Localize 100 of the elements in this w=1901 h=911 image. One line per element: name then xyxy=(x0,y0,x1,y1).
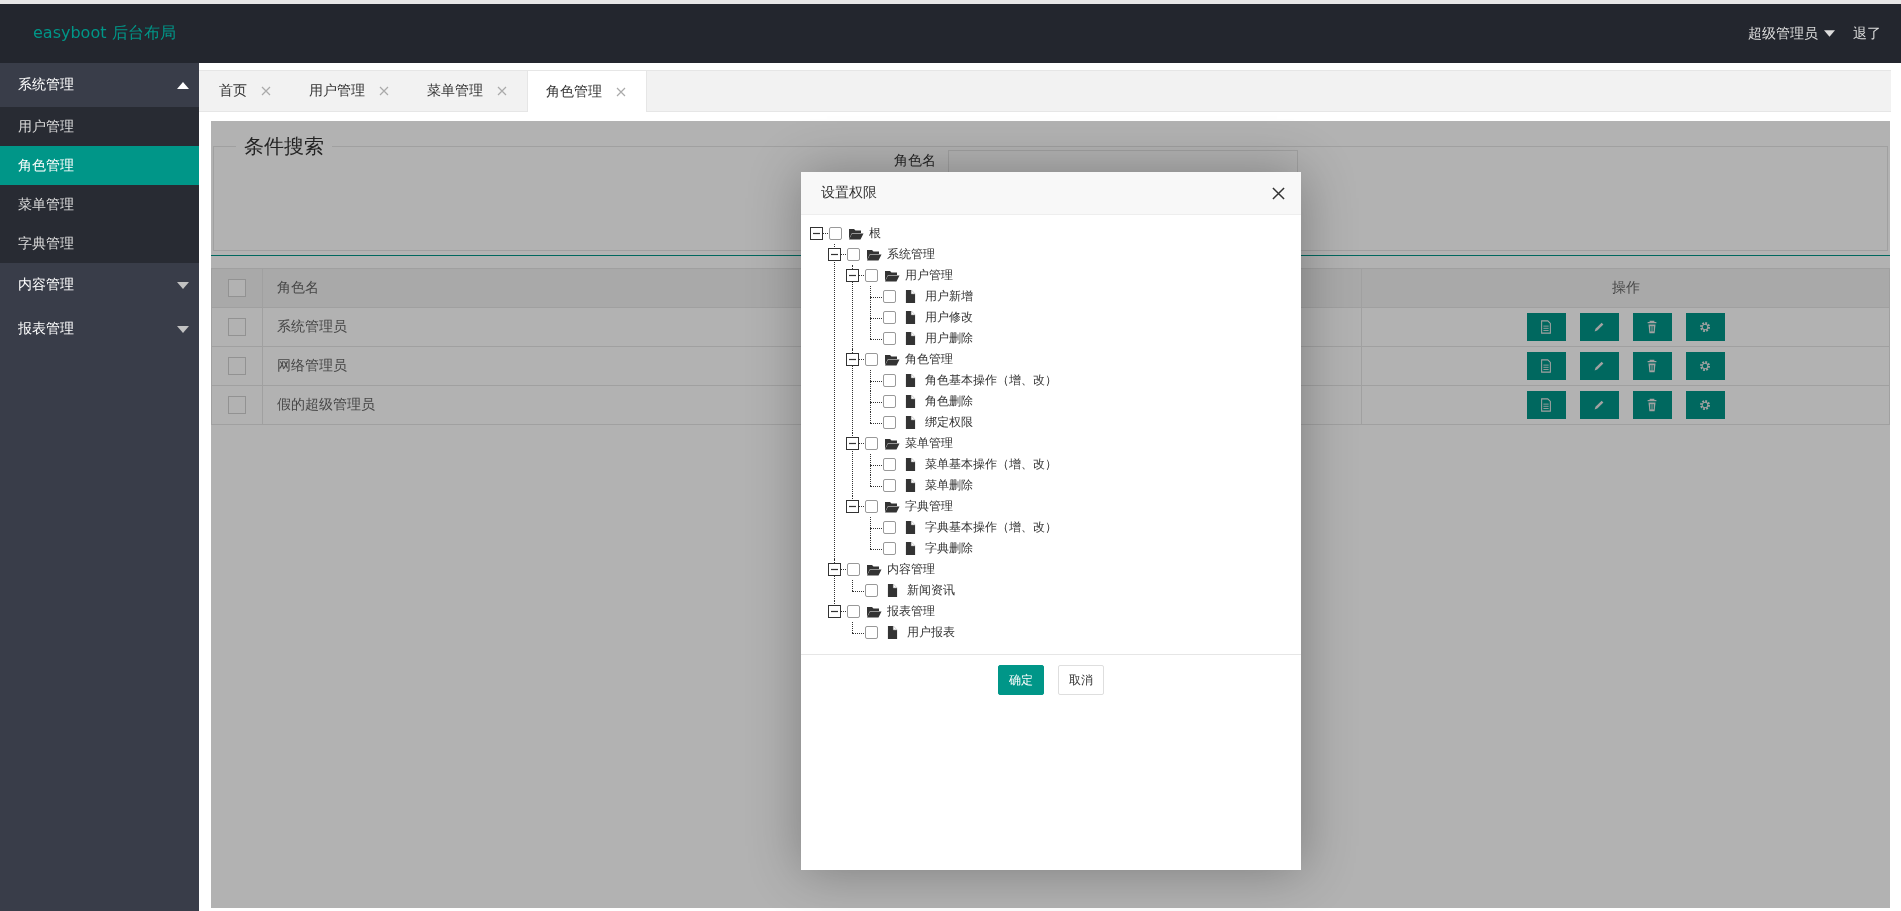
checkbox[interactable] xyxy=(829,227,842,240)
tab[interactable]: 首页 xyxy=(201,71,291,111)
column-header: 操作 xyxy=(1361,268,1890,308)
sidebar-item[interactable]: 用户管理 xyxy=(0,107,199,146)
caret-icon xyxy=(1824,30,1835,37)
checkbox[interactable] xyxy=(228,279,246,297)
checkbox[interactable] xyxy=(865,437,878,450)
tree-item[interactable]: 用户管理 xyxy=(905,267,953,284)
checkbox[interactable] xyxy=(883,374,896,387)
tree-item[interactable]: 内容管理 xyxy=(887,561,935,578)
folder-icon xyxy=(867,605,882,618)
gear-button[interactable] xyxy=(1685,313,1725,341)
collapse-icon[interactable] xyxy=(828,605,841,618)
folder-icon xyxy=(885,353,900,366)
trash-button[interactable] xyxy=(1632,391,1672,419)
tree-item[interactable]: 报表管理 xyxy=(887,603,935,620)
trash-button[interactable] xyxy=(1632,313,1672,341)
tree-item[interactable]: 角色管理 xyxy=(905,351,953,368)
checkbox[interactable] xyxy=(883,332,896,345)
tree-item[interactable]: 用户报表 xyxy=(907,624,955,641)
tree-item[interactable]: 用户修改 xyxy=(925,309,973,326)
checkbox[interactable] xyxy=(883,395,896,408)
checkbox[interactable] xyxy=(228,357,246,375)
checkbox[interactable] xyxy=(865,584,878,597)
tree-item[interactable]: 菜单管理 xyxy=(905,435,953,452)
logo-text: easyboot 后台布局 xyxy=(33,23,176,44)
sidebar-item[interactable]: 角色管理 xyxy=(0,146,199,185)
sidebar-item[interactable]: 系统管理 xyxy=(0,63,199,107)
pencil-icon xyxy=(1592,320,1606,334)
doc-button[interactable] xyxy=(1526,391,1566,419)
close-icon[interactable] xyxy=(1272,186,1285,200)
pencil-button[interactable] xyxy=(1579,352,1619,380)
gear-button[interactable] xyxy=(1685,391,1725,419)
doc-icon xyxy=(1539,398,1553,412)
cancel-button[interactable]: 取消 xyxy=(1058,665,1104,695)
tree-item[interactable]: 角色删除 xyxy=(925,393,973,410)
checkbox[interactable] xyxy=(883,290,896,303)
collapse-icon[interactable] xyxy=(846,500,859,513)
tab[interactable]: 用户管理 xyxy=(291,71,409,111)
tree-item[interactable]: 系统管理 xyxy=(887,246,935,263)
caret-down-icon xyxy=(177,325,189,333)
sidebar-item[interactable]: 报表管理 xyxy=(0,307,199,351)
checkbox[interactable] xyxy=(228,396,246,414)
checkbox[interactable] xyxy=(865,269,878,282)
file-icon xyxy=(887,584,898,597)
collapse-icon[interactable] xyxy=(846,437,859,450)
file-icon xyxy=(905,521,916,534)
search-legend: 条件搜索 xyxy=(236,133,332,160)
checkbox[interactable] xyxy=(847,563,860,576)
trash-icon xyxy=(1645,398,1659,412)
file-icon xyxy=(905,542,916,555)
tree-item[interactable]: 字典管理 xyxy=(905,498,953,515)
tree-item[interactable]: 字典基本操作（增、改） xyxy=(925,519,1057,536)
checkbox[interactable] xyxy=(883,311,896,324)
tree-item[interactable]: 菜单基本操作（增、改） xyxy=(925,456,1057,473)
tree-item[interactable]: 根 xyxy=(869,225,881,242)
file-icon xyxy=(887,626,898,639)
tree-item[interactable]: 新闻资讯 xyxy=(907,582,955,599)
collapse-icon[interactable] xyxy=(828,248,841,261)
collapse-icon[interactable] xyxy=(846,269,859,282)
field-label: 角色名 xyxy=(894,152,936,170)
dialog-title: 设置权限 xyxy=(821,184,877,202)
checkbox[interactable] xyxy=(847,248,860,261)
doc-icon xyxy=(1539,359,1553,373)
checkbox[interactable] xyxy=(883,521,896,534)
checkbox[interactable] xyxy=(847,605,860,618)
checkbox[interactable] xyxy=(883,542,896,555)
pencil-button[interactable] xyxy=(1579,313,1619,341)
sidebar-item[interactable]: 内容管理 xyxy=(0,263,199,307)
tree-item[interactable]: 用户新增 xyxy=(925,288,973,305)
checkbox[interactable] xyxy=(228,318,246,336)
checkbox[interactable] xyxy=(883,458,896,471)
sidebar-item[interactable]: 字典管理 xyxy=(0,224,199,263)
folder-icon xyxy=(867,248,882,261)
pencil-button[interactable] xyxy=(1579,391,1619,419)
checkbox[interactable] xyxy=(865,626,878,639)
collapse-icon[interactable] xyxy=(846,353,859,366)
file-icon xyxy=(905,458,916,471)
checkbox[interactable] xyxy=(865,500,878,513)
checkbox[interactable] xyxy=(883,416,896,429)
collapse-icon[interactable] xyxy=(828,563,841,576)
confirm-button[interactable]: 确定 xyxy=(998,665,1044,695)
logout-link[interactable]: 退了 xyxy=(1853,24,1881,43)
trash-button[interactable] xyxy=(1632,352,1672,380)
sidebar-item[interactable]: 菜单管理 xyxy=(0,185,199,224)
tree-item[interactable]: 菜单删除 xyxy=(925,477,973,494)
tree-item[interactable]: 用户删除 xyxy=(925,330,973,347)
gear-button[interactable] xyxy=(1685,352,1725,380)
user-menu[interactable]: 超级管理员 xyxy=(1748,24,1835,43)
checkbox[interactable] xyxy=(883,479,896,492)
tab[interactable]: 菜单管理 xyxy=(409,71,527,111)
file-icon xyxy=(905,416,916,429)
tab[interactable]: 角色管理 xyxy=(527,71,647,112)
trash-icon xyxy=(1645,359,1659,373)
checkbox[interactable] xyxy=(865,353,878,366)
tree-item[interactable]: 字典删除 xyxy=(925,540,973,557)
caret-down-icon xyxy=(177,281,189,289)
doc-button[interactable] xyxy=(1526,313,1566,341)
doc-button[interactable] xyxy=(1526,352,1566,380)
collapse-icon[interactable] xyxy=(810,227,823,240)
